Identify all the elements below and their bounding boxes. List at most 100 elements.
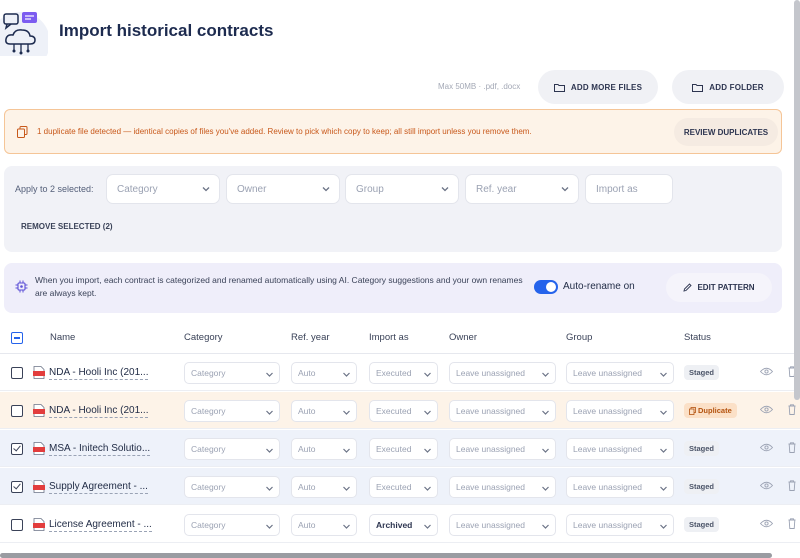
row-checkbox[interactable] — [11, 481, 23, 493]
row-checkbox[interactable] — [11, 519, 23, 531]
chevron-down-icon — [660, 372, 667, 377]
column-header-import-as[interactable]: Import as — [369, 332, 409, 343]
group-value: Leave unassigned — [573, 444, 643, 454]
import-as-select[interactable]: Executed — [369, 438, 438, 460]
column-header-category[interactable]: Category — [184, 332, 223, 343]
header: Import historical contracts — [0, 0, 800, 72]
trash-icon[interactable] — [788, 518, 796, 529]
table-row[interactable]: NDA - Hooli Inc (201... Category Auto Execu… — [0, 354, 800, 391]
chevron-down-icon — [343, 524, 350, 529]
table-row[interactable]: MSA - Initech Solutio... Category Auto Exec… — [0, 430, 800, 467]
column-header-group[interactable]: Group — [566, 332, 592, 343]
owner-select[interactable]: Leave unassigned — [449, 476, 556, 498]
file-name[interactable]: NDA - Hooli Inc (201... — [49, 367, 149, 380]
status-badge: Staged — [684, 365, 720, 380]
table-row[interactable]: NDA - Hooli Inc (201... Category Auto Execu… — [0, 392, 800, 429]
group-select[interactable]: Leave unassigned — [566, 438, 674, 460]
chevron-down-icon — [542, 486, 549, 491]
status-text: Staged — [689, 368, 715, 377]
chevron-down-icon — [266, 410, 273, 415]
category-select[interactable]: Category — [184, 476, 280, 498]
file-name[interactable]: Supply Agreement - ... — [49, 481, 148, 494]
copy-icon — [17, 126, 28, 138]
add-folder-button[interactable]: ADD FOLDER — [672, 70, 784, 104]
bulk-import-as-label: Import as — [596, 183, 638, 195]
eye-icon[interactable] — [760, 367, 773, 376]
bulk-import-as-select[interactable]: Import as — [585, 174, 673, 204]
chevron-down-icon — [441, 187, 449, 192]
import-as-select[interactable]: Executed — [369, 400, 438, 422]
category-select[interactable]: Category — [184, 514, 280, 536]
bulk-owner-select[interactable]: Owner — [226, 174, 340, 204]
auto-rename-label: Auto-rename on — [563, 281, 635, 292]
ref-year-select[interactable]: Auto — [291, 476, 357, 498]
edit-pattern-button[interactable]: EDIT PATTERN — [666, 273, 772, 302]
ref-year-select[interactable]: Auto — [291, 400, 357, 422]
eye-icon[interactable] — [760, 405, 773, 414]
remove-selected-button[interactable]: REMOVE SELECTED (2) — [21, 222, 113, 231]
ref-year-value: Auto — [298, 482, 316, 492]
category-value: Category — [191, 482, 226, 492]
category-select[interactable]: Category — [184, 400, 280, 422]
row-checkbox[interactable] — [11, 367, 23, 379]
file-name[interactable]: MSA - Initech Solutio... — [49, 443, 151, 456]
file-name[interactable]: NDA - Hooli Inc (201... — [49, 405, 149, 418]
status-text: Staged — [689, 520, 715, 529]
import-as-select[interactable]: Archived — [369, 514, 438, 536]
trash-icon[interactable] — [788, 404, 796, 415]
bulk-ref-year-select[interactable]: Ref. year — [465, 174, 579, 204]
chevron-down-icon — [542, 372, 549, 377]
column-header-ref-year[interactable]: Ref. year — [291, 332, 330, 343]
group-select[interactable]: Leave unassigned — [566, 476, 674, 498]
bulk-category-label: Category — [117, 183, 158, 195]
file-limit-text: Max 50MB · .pdf, .docx — [438, 82, 521, 91]
category-select[interactable]: Category — [184, 362, 280, 384]
eye-icon[interactable] — [760, 519, 773, 528]
group-select[interactable]: Leave unassigned — [566, 400, 674, 422]
import-as-value: Executed — [376, 406, 412, 416]
trash-icon[interactable] — [788, 442, 796, 453]
bulk-actions-label: Apply to 2 selected: — [15, 184, 94, 194]
table-row[interactable]: License Agreement - ... Category Auto Archi… — [0, 506, 800, 543]
horizontal-scrollbar[interactable] — [0, 553, 772, 558]
file-name[interactable]: License Agreement - ... — [49, 519, 152, 532]
auto-rename-toggle[interactable] — [534, 280, 558, 294]
bulk-ref-year-label: Ref. year — [476, 183, 517, 195]
chevron-down-icon — [561, 187, 569, 192]
table-row[interactable]: Supply Agreement - ... Category Auto Execut… — [0, 468, 800, 505]
owner-select[interactable]: Leave unassigned — [449, 514, 556, 536]
category-select[interactable]: Category — [184, 438, 280, 460]
eye-icon[interactable] — [760, 481, 773, 490]
status-badge: Staged — [684, 517, 720, 532]
group-select[interactable]: Leave unassigned — [566, 362, 674, 384]
bulk-category-select[interactable]: Category — [106, 174, 220, 204]
ref-year-select[interactable]: Auto — [291, 362, 357, 384]
ref-year-select[interactable]: Auto — [291, 438, 357, 460]
import-as-select[interactable]: Executed — [369, 476, 438, 498]
eye-icon[interactable] — [760, 443, 773, 452]
owner-select[interactable]: Leave unassigned — [449, 362, 556, 384]
group-select[interactable]: Leave unassigned — [566, 514, 674, 536]
column-header-status[interactable]: Status — [684, 332, 711, 343]
import-as-select[interactable]: Executed — [369, 362, 438, 384]
folder-icon — [553, 83, 565, 92]
row-checkbox[interactable] — [11, 405, 23, 417]
category-value: Category — [191, 368, 226, 378]
ref-year-select[interactable]: Auto — [291, 514, 357, 536]
owner-select[interactable]: Leave unassigned — [449, 438, 556, 460]
review-duplicates-button[interactable]: REVIEW DUPLICATES — [674, 118, 778, 146]
trash-icon[interactable] — [788, 480, 796, 491]
select-all-checkbox[interactable] — [11, 332, 23, 344]
ref-year-value: Auto — [298, 368, 316, 378]
add-more-files-label: ADD MORE FILES — [570, 82, 643, 92]
column-header-owner[interactable]: Owner — [449, 332, 477, 343]
vertical-scrollbar[interactable] — [794, 0, 800, 400]
owner-select[interactable]: Leave unassigned — [449, 400, 556, 422]
column-header-name[interactable]: Name — [50, 332, 75, 343]
chevron-down-icon — [542, 448, 549, 453]
add-more-files-button[interactable]: ADD MORE FILES — [538, 70, 658, 104]
category-value: Category — [191, 406, 226, 416]
row-checkbox[interactable] — [11, 443, 23, 455]
copy-icon — [689, 406, 696, 415]
bulk-group-select[interactable]: Group — [345, 174, 459, 204]
